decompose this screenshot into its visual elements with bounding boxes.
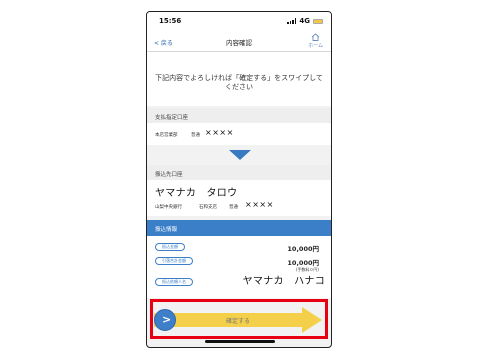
battery-icon	[313, 18, 323, 24]
destination-account-row: ヤマナカ タロウ 山梨中央銀行 石和支店 普通 ××××	[147, 180, 331, 216]
signal-icon	[287, 18, 297, 24]
instruction-text: 下記内容でよろしければ「確定する」をスワイプしてください	[147, 52, 331, 106]
amount-label: 振込金額	[155, 243, 185, 251]
destination-branch: 石和支店	[199, 205, 217, 210]
requester-name: ヤマナカ ハナコ	[242, 276, 325, 287]
home-icon	[311, 33, 320, 41]
destination-bank: 山梨中央銀行	[155, 205, 182, 210]
total-value: 10,000円	[287, 259, 319, 267]
destination-name: ヤマナカ タロウ	[155, 188, 238, 199]
withdrawal-account-number: ××××	[205, 128, 234, 137]
home-indicator	[205, 340, 275, 343]
status-time: 15:56	[159, 17, 182, 25]
withdrawal-type: 普通	[191, 133, 200, 138]
withdrawal-header: 支払指定口座	[147, 108, 331, 123]
transfer-info-header: 振込情報	[147, 220, 331, 236]
total-label: 引落合計金額	[155, 257, 193, 265]
home-label: ホーム	[308, 43, 323, 49]
home-button[interactable]: ホーム	[308, 33, 323, 49]
amount-value: 10,000円	[287, 245, 319, 253]
withdrawal-branch: 本店営業部	[155, 133, 178, 138]
arrow-down-icon	[229, 150, 251, 160]
destination-account-number: ××××	[245, 200, 274, 209]
network-label: 4G	[299, 17, 310, 25]
requester-label: 振込依頼人名	[155, 278, 193, 286]
destination-type: 普通	[229, 205, 238, 210]
transfer-info-body: 振込金額 10,000円 引落合計金額 10,000円 (手数料０円) 振込依頼…	[147, 236, 331, 298]
withdrawal-account-row: 本店営業部 普通 ××××	[147, 123, 331, 145]
highlight-frame	[150, 299, 328, 339]
status-bar: 15:56 4G	[147, 12, 331, 30]
page-title: 内容確認	[226, 39, 252, 47]
phone-screen: 15:56 4G < 戻る 内容確認 ホーム 下記内容でよろしければ「確定する」…	[146, 11, 332, 348]
navigation-bar: < 戻る 内容確認 ホーム	[147, 30, 331, 52]
destination-header: 振込先口座	[147, 165, 331, 180]
